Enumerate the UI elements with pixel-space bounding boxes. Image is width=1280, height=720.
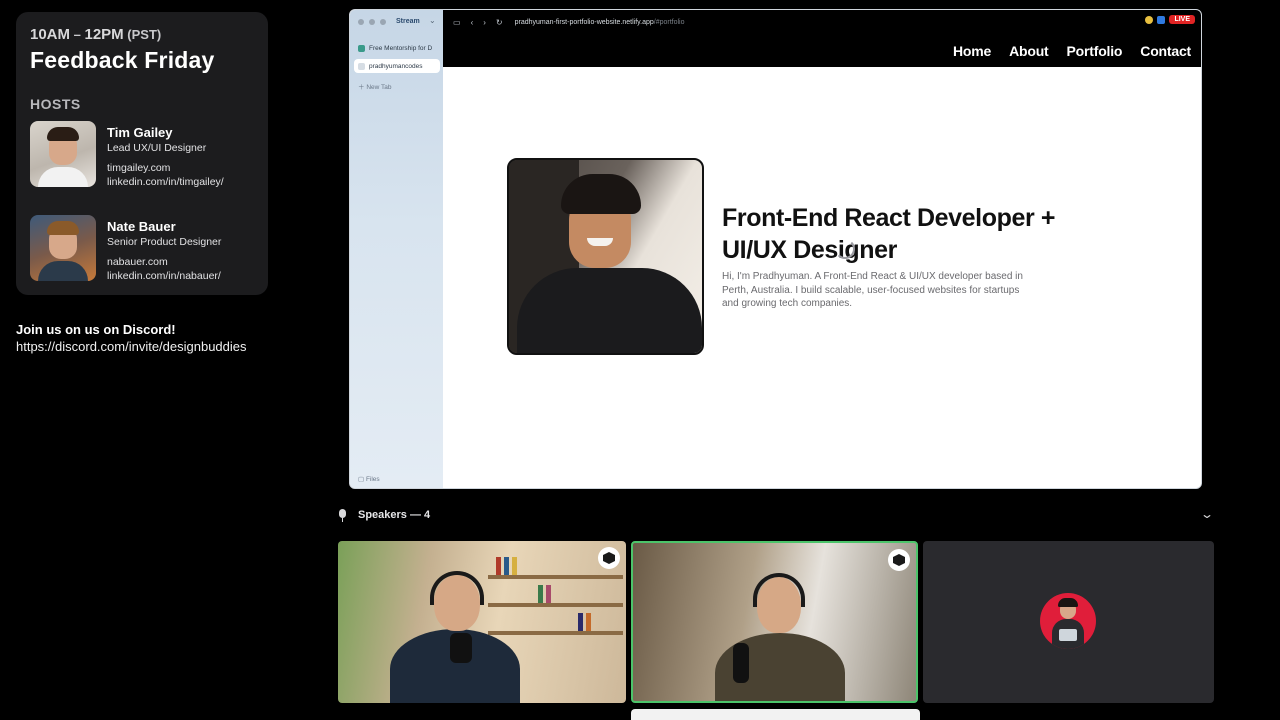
close-dot[interactable] [358,19,364,25]
chevron-down-icon[interactable]: ⌄ [1200,507,1214,521]
host-card: Nate Bauer Senior Product Designer nabau… [30,215,254,283]
event-title: Feedback Friday [30,47,215,73]
host-photo [30,215,96,281]
avatar [1040,593,1096,649]
sidebar-tab[interactable]: Free Mentorship for D [354,41,440,55]
hosts-label: HOSTS [30,96,81,112]
browser-toolbar: ▭ ‹ › ↻ pradhyuman-first-portfolio-websi… [443,10,1201,34]
tab-favicon-icon [358,44,365,52]
sidebar-toggle-icon[interactable]: ▭ [453,18,461,27]
extension-icon[interactable] [1157,15,1166,24]
nav-home[interactable]: Home [953,43,991,59]
host-photo [30,121,96,187]
tile-overflow [631,709,920,720]
speakers-header: Speakers — 4 ⌄ [338,505,1218,525]
event-time: 10AM – 12PM (PST) [30,26,254,43]
host-linkedin: linkedin.com/in/nabauer/ [107,270,221,282]
host-website: nabauer.com [107,256,168,268]
window-controls[interactable] [358,19,386,25]
hero-title: Front-End React Developer + UI/UX Design… [722,204,1056,264]
shared-browser-window: Stream ⌄ Free Mentorship for D pradhyuma… [349,9,1202,489]
loading-spinner-icon [835,239,855,259]
forward-icon[interactable]: › [483,18,486,27]
site-content: Front-End React Developer + UI/UX Design… [443,67,1201,488]
speaker-video-tile[interactable] [338,541,626,703]
tab-label: pradhyumancodes [369,62,423,70]
time-separator: – [70,27,85,42]
files-button[interactable]: ▢ Files [358,475,380,483]
sidebar-title[interactable]: Stream [396,18,420,25]
hero-description: Hi, I'm Pradhyuman. A Front-End React & … [722,271,1023,309]
time-end: 12PM [84,26,124,43]
host-name: Nate Bauer [107,219,176,234]
event-info-card: 10AM – 12PM (PST) Feedback Friday HOSTS … [16,12,268,295]
host-linkedin: linkedin.com/in/timgailey/ [107,176,224,188]
tab-favicon-icon [358,62,365,70]
nav-portfolio[interactable]: Portfolio [1067,43,1123,59]
zoom-dot[interactable] [380,19,386,25]
time-zone: (PST) [127,27,162,42]
host-shield-icon [888,549,910,571]
tab-label: Free Mentorship for D [369,44,433,52]
time-start: 10AM [30,26,71,43]
host-role: Senior Product Designer [107,236,222,248]
speaker-avatar-tile[interactable] [923,541,1214,703]
new-tab-button[interactable]: ＋ New Tab [358,81,391,91]
chevron-down-icon[interactable]: ⌄ [429,16,436,25]
host-shield-icon [598,547,620,569]
minimize-dot[interactable] [369,19,375,25]
live-badge: LIVE [1169,15,1195,24]
reload-icon[interactable]: ↻ [496,18,503,27]
extension-icon[interactable] [1145,15,1154,24]
nav-contact[interactable]: Contact [1140,43,1191,59]
back-icon[interactable]: ‹ [471,18,474,27]
host-website: timgailey.com [107,162,171,174]
address-bar[interactable]: pradhyuman-first-portfolio-website.netli… [515,19,685,26]
discord-link: https://discord.com/invite/designbuddies [16,339,247,354]
profile-photo [507,158,704,355]
sidebar-tab-active[interactable]: pradhyumancodes [354,59,440,73]
host-card: Tim Gailey Lead UX/UI Designer timgailey… [30,121,254,189]
host-role: Lead UX/UI Designer [107,142,207,154]
microphone-icon [338,508,347,522]
site-navbar: Home About Portfolio Contact [443,34,1201,67]
browser-sidebar: Stream ⌄ Free Mentorship for D pradhyuma… [350,10,443,488]
nav-about[interactable]: About [1009,43,1049,59]
host-name: Tim Gailey [107,125,173,140]
speakers-count: Speakers — 4 [358,509,431,521]
speaker-video-tile-active[interactable] [631,541,918,703]
discord-title: Join us on us on Discord! [16,322,176,337]
